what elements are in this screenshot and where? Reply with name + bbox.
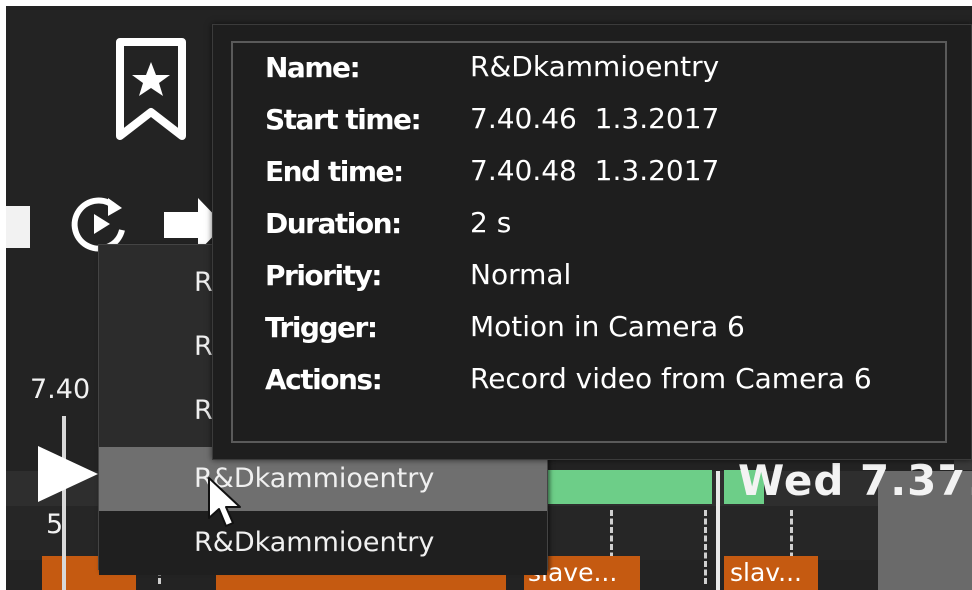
start-time-value: 7.40.46 1.3.2017	[470, 102, 720, 135]
ruler-time-label: 7.40	[30, 374, 91, 405]
clip-label: slav...	[730, 558, 802, 587]
bookmark-details-tooltip: Name: R&Dkammioentry Start time: 7.40.46…	[212, 24, 972, 460]
menu-item[interactable]: R&Dkammioentry	[99, 511, 547, 575]
trigger-value: Motion in Camera 6	[470, 310, 745, 343]
playhead-flag-icon[interactable]	[36, 446, 100, 502]
bookmark-star-icon[interactable]	[114, 38, 188, 142]
trigger-label: Trigger:	[265, 311, 378, 344]
event-segment[interactable]	[546, 470, 712, 504]
actions-value: Record video from Camera 6	[470, 362, 872, 395]
stop-icon[interactable]	[6, 206, 30, 248]
timeline-tick	[704, 510, 707, 584]
ruler-minor-label: 5	[46, 509, 64, 540]
tooltip-frame: Name: R&Dkammioentry Start time: 7.40.46…	[231, 41, 947, 443]
priority-label: Priority:	[265, 259, 382, 292]
name-label: Name:	[265, 51, 361, 84]
date-label: Wed 7.37.	[738, 456, 972, 505]
playhead-line[interactable]	[62, 416, 66, 590]
duration-label: Duration:	[265, 207, 402, 240]
day-divider	[716, 471, 720, 590]
mouse-cursor-icon	[206, 476, 246, 532]
video-player-app: slave... slav... Wed 7.37. C 7.40 5 R&Dk…	[6, 6, 972, 590]
start-time-label: Start time:	[265, 103, 422, 136]
name-value: R&Dkammioentry	[470, 50, 720, 83]
actions-label: Actions:	[265, 363, 383, 396]
priority-value: Normal	[470, 258, 572, 291]
end-time-value: 7.40.48 1.3.2017	[470, 154, 720, 187]
end-time-label: End time:	[265, 155, 404, 188]
duration-value: 2 s	[470, 206, 512, 239]
